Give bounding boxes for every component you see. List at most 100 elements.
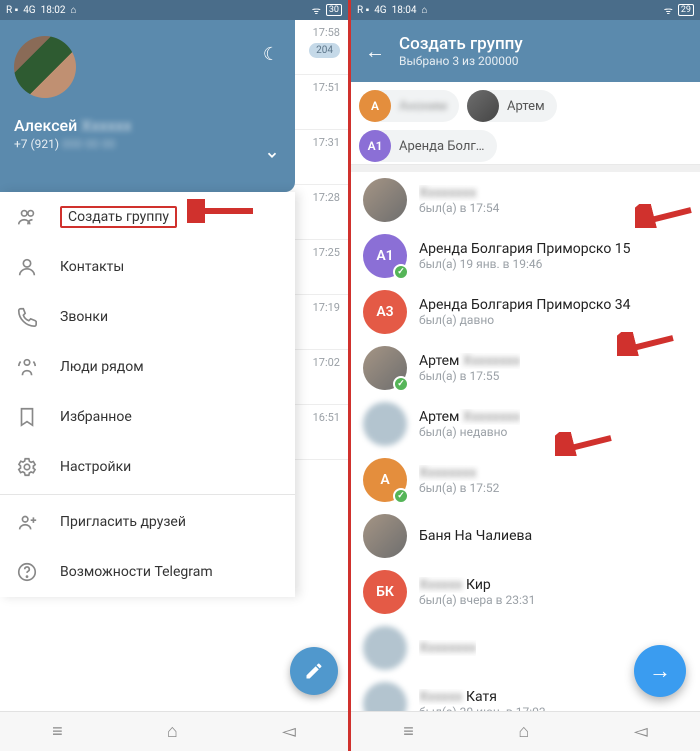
contact-name: Артем Xxxxxxxx bbox=[419, 353, 520, 369]
menu-item-label: Люди рядом bbox=[60, 359, 144, 375]
chip-name: Артем bbox=[507, 99, 545, 114]
profile-avatar[interactable] bbox=[14, 36, 76, 98]
status-net: 4G bbox=[23, 5, 35, 16]
chat-badge: 204 bbox=[309, 43, 340, 58]
contact-name: Аренда Болгария Приморско 15 bbox=[419, 241, 631, 257]
chip-avatar bbox=[467, 90, 499, 122]
next-fab[interactable]: → bbox=[634, 645, 686, 697]
header-title: Создать группу bbox=[399, 34, 523, 54]
check-icon: ✓ bbox=[393, 488, 409, 504]
new-message-fab[interactable] bbox=[290, 647, 338, 695]
selected-chip[interactable]: A Аноним bbox=[359, 90, 459, 122]
contact-row[interactable]: БК Xxxxxx Кир был(а) вчера в 23:31 bbox=[351, 564, 700, 620]
menu-item-invite[interactable]: Пригласить друзей bbox=[0, 497, 295, 547]
menu-item-label: Настройки bbox=[60, 459, 131, 475]
status-net: 4G bbox=[374, 5, 386, 16]
home-icon: ⌂ bbox=[422, 5, 428, 16]
chevron-down-icon[interactable] bbox=[265, 147, 279, 166]
chip-avatar: A1 bbox=[359, 130, 391, 162]
menu-item-label: Звонки bbox=[60, 309, 108, 325]
menu-item-help[interactable]: Возможности Telegram bbox=[0, 547, 295, 597]
net-icon: R ▪ bbox=[6, 5, 18, 16]
profile-phone: +7 (921) bbox=[14, 137, 59, 151]
contact-status: был(а) вчера в 23:31 bbox=[419, 593, 535, 607]
contact-name: Xxxxxxxx bbox=[419, 185, 499, 201]
contact-row[interactable]: A1✓ Аренда Болгария Приморско 15 был(а) … bbox=[351, 228, 700, 284]
header-subtitle: Выбрано 3 из 200000 bbox=[399, 54, 523, 68]
drawer-header: ☾ Алексей Xxxxxx +7 (921) 000 00 00 bbox=[0, 20, 295, 192]
net-icon: R ▪ bbox=[357, 5, 369, 16]
contact-avatar bbox=[363, 626, 407, 670]
menu-item-phone[interactable]: Звонки bbox=[0, 292, 295, 342]
contact-name: Аренда Болгария Приморско 34 bbox=[419, 297, 631, 313]
phone-right: R ▪ 4G 18:04 ⌂ ᯤ 29 ← Создать группу Выб… bbox=[351, 0, 700, 751]
phone-left: R ▪ 4G 18:02 ⌂ ᯤ 30 17:5820417:5117:3117… bbox=[0, 0, 349, 751]
nav-back-icon[interactable]: ◅ bbox=[634, 721, 648, 742]
menu-item-person[interactable]: Контакты bbox=[0, 242, 295, 292]
menu-item-label: Контакты bbox=[60, 259, 124, 275]
selected-chip[interactable]: A1 Аренда Болг… bbox=[359, 130, 497, 162]
nav-bar: ≡ ⌂ ◅ bbox=[0, 711, 348, 751]
nav-recent-icon[interactable]: ≡ bbox=[52, 721, 63, 742]
menu-divider bbox=[0, 494, 295, 495]
home-icon: ⌂ bbox=[71, 5, 77, 16]
contact-list[interactable]: Xxxxxxxx был(а) в 17:54 A1✓ Аренда Болга… bbox=[351, 172, 700, 711]
contact-row[interactable]: A✓ Xxxxxxxx был(а) в 17:52 bbox=[351, 452, 700, 508]
selected-chip[interactable]: Артем bbox=[467, 90, 557, 122]
nav-back-icon[interactable]: ◅ bbox=[282, 721, 296, 742]
settings-icon bbox=[16, 456, 38, 478]
contact-row[interactable]: Артем Xxxxxxxx был(а) недавно bbox=[351, 396, 700, 452]
profile-name: Алексей bbox=[14, 116, 77, 135]
chat-time: 17:25 bbox=[313, 246, 340, 259]
night-mode-icon[interactable]: ☾ bbox=[263, 44, 279, 65]
contact-avatar bbox=[363, 402, 407, 446]
person-icon bbox=[16, 256, 38, 278]
status-time: 18:02 bbox=[41, 5, 66, 16]
contact-row[interactable]: Баня На Чалиева bbox=[351, 508, 700, 564]
nav-home-icon[interactable]: ⌂ bbox=[167, 721, 178, 742]
contact-avatar bbox=[363, 178, 407, 222]
contact-avatar: А3 bbox=[363, 290, 407, 334]
contact-avatar: A1✓ bbox=[363, 234, 407, 278]
bookmark-icon bbox=[16, 406, 38, 428]
status-bar: R ▪ 4G 18:04 ⌂ ᯤ 29 bbox=[351, 0, 700, 20]
menu-item-label: Создать группу bbox=[60, 206, 177, 228]
nav-recent-icon[interactable]: ≡ bbox=[403, 721, 414, 742]
chat-time: 17:02 bbox=[313, 356, 340, 369]
battery-icon: 30 bbox=[326, 4, 342, 16]
back-icon[interactable]: ← bbox=[365, 39, 385, 64]
annotation-arrow bbox=[635, 204, 695, 228]
nav-home-icon[interactable]: ⌂ bbox=[518, 721, 529, 742]
contact-avatar bbox=[363, 514, 407, 558]
contact-name: Xxxxxx Катя bbox=[419, 689, 546, 705]
contact-avatar: БК bbox=[363, 570, 407, 614]
menu-item-label: Возможности Telegram bbox=[60, 564, 213, 580]
chat-time: 17:31 bbox=[313, 136, 340, 149]
check-icon: ✓ bbox=[393, 264, 409, 280]
contact-avatar: A✓ bbox=[363, 458, 407, 502]
phone-blur: 000 00 00 bbox=[62, 137, 115, 151]
contact-name: Баня На Чалиева bbox=[419, 528, 532, 544]
chat-time: 16:51 bbox=[313, 411, 340, 424]
contact-status: был(а) в 17:55 bbox=[419, 369, 520, 383]
chip-name: Аренда Болг… bbox=[399, 139, 485, 154]
help-icon bbox=[16, 561, 38, 583]
chip-avatar: A bbox=[359, 90, 391, 122]
contact-avatar: ✓ bbox=[363, 346, 407, 390]
group-add-icon bbox=[16, 206, 38, 228]
chat-time: 17:28 bbox=[313, 191, 340, 204]
menu-item-label: Избранное bbox=[60, 409, 132, 425]
menu-item-bookmark[interactable]: Избранное bbox=[0, 392, 295, 442]
selected-chips: A Аноним Артем A1 Аренда Болг… bbox=[351, 82, 700, 165]
wifi-icon: ᯤ bbox=[312, 3, 321, 17]
contact-status: был(а) давно bbox=[419, 313, 631, 327]
contact-status: был(а) в 17:54 bbox=[419, 201, 499, 215]
menu-item-settings[interactable]: Настройки bbox=[0, 442, 295, 492]
chat-time: 17:51 bbox=[313, 81, 340, 94]
phone-icon bbox=[16, 306, 38, 328]
contact-name: Xxxxxxxx bbox=[419, 465, 499, 481]
menu-item-nearby[interactable]: Люди рядом bbox=[0, 342, 295, 392]
annotation-arrow bbox=[617, 332, 677, 356]
contact-status: был(а) 19 янв. в 19:46 bbox=[419, 257, 631, 271]
chat-time: 17:19 bbox=[313, 301, 340, 314]
